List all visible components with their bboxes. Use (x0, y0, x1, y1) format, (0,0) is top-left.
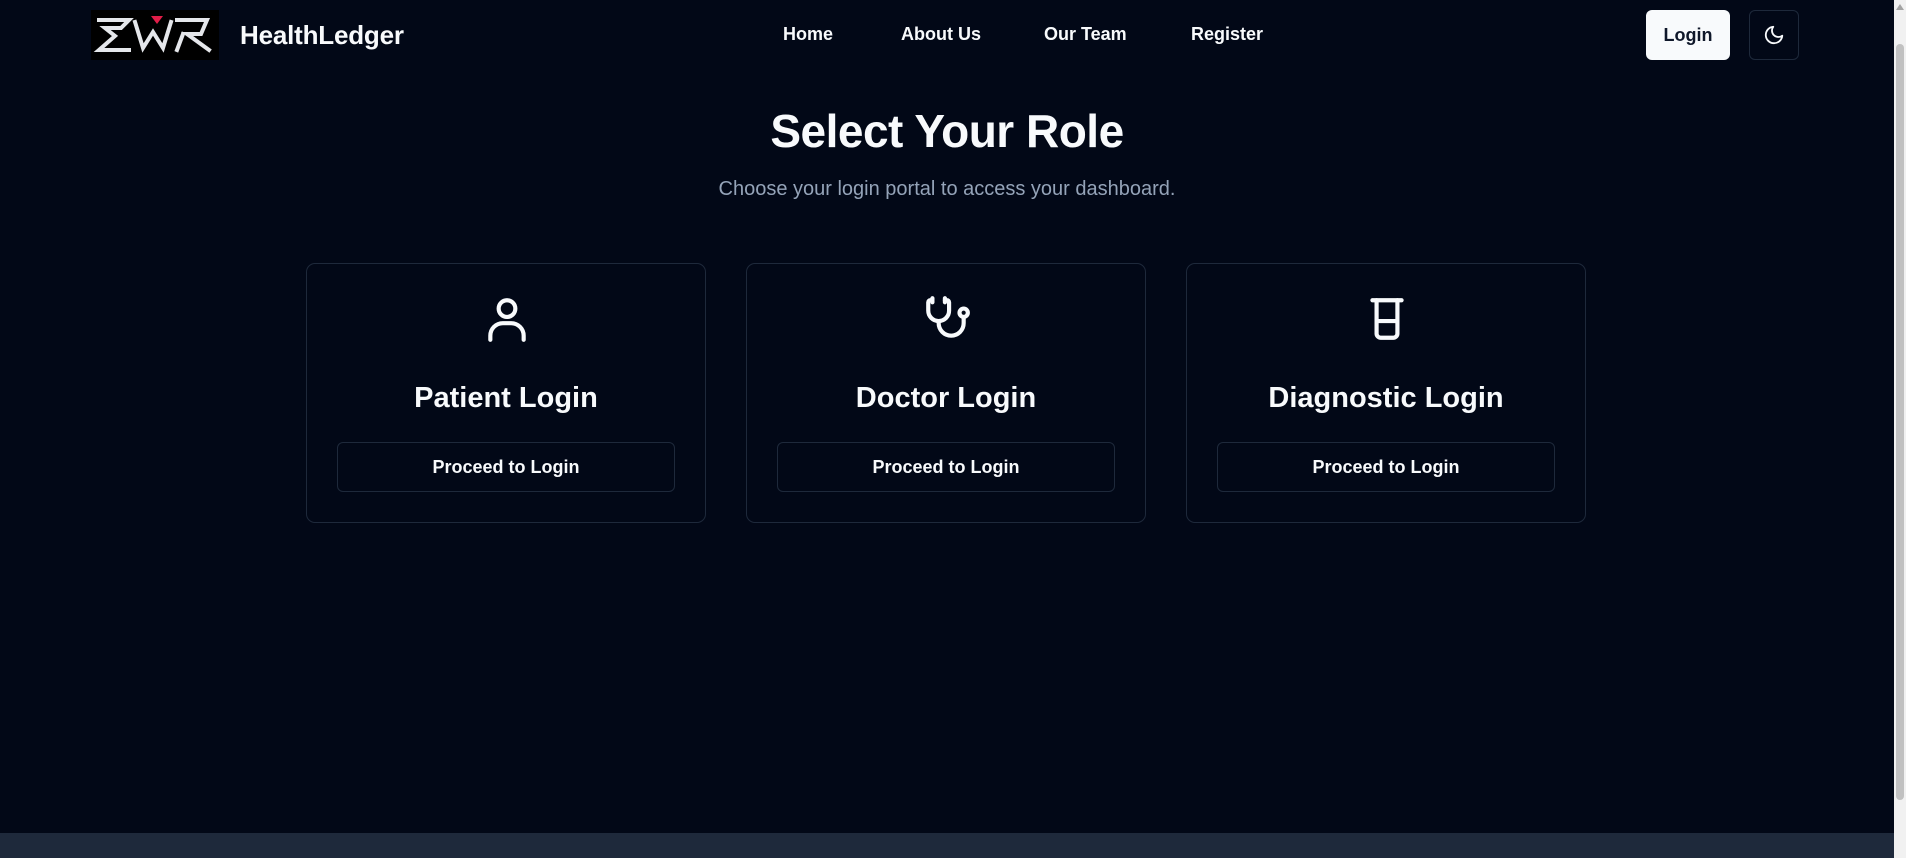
page-title: Select Your Role (770, 105, 1124, 157)
nav-about-us[interactable]: About Us (901, 24, 981, 45)
top-navbar: HealthLedger Home About Us Our Team Regi… (0, 0, 1894, 72)
card-title: Doctor Login (855, 382, 1037, 414)
proceed-to-login-button[interactable]: Proceed to Login (777, 442, 1115, 492)
page: HealthLedger Home About Us Our Team Regi… (0, 0, 1906, 858)
role-card-patient: Patient Login Proceed to Login (306, 263, 706, 523)
user-icon (482, 294, 532, 344)
page-subtitle: Choose your login portal to access your … (718, 178, 1176, 200)
theme-toggle-button[interactable] (1749, 10, 1799, 60)
stethoscope-icon (922, 294, 972, 344)
scrollbar-thumb[interactable] (1896, 44, 1904, 800)
test-tube-icon (1362, 294, 1412, 344)
nav-our-team[interactable]: Our Team (1044, 24, 1127, 45)
scroll-up-arrow-icon[interactable] (1896, 2, 1904, 12)
role-card-diagnostic: Diagnostic Login Proceed to Login (1186, 263, 1586, 523)
card-title: Patient Login (414, 382, 598, 414)
nav-register[interactable]: Register (1191, 24, 1263, 45)
vertical-scrollbar[interactable] (1894, 0, 1906, 858)
role-card-doctor: Doctor Login Proceed to Login (746, 263, 1146, 523)
nav-home[interactable]: Home (783, 24, 833, 45)
proceed-to-login-button[interactable]: Proceed to Login (1217, 442, 1555, 492)
login-button[interactable]: Login (1646, 10, 1730, 60)
main-nav: Home About Us Our Team Register (0, 24, 1894, 50)
card-title: Diagnostic Login (1268, 382, 1504, 414)
footer-strip (0, 833, 1894, 858)
moon-icon (1764, 25, 1784, 45)
proceed-to-login-button[interactable]: Proceed to Login (337, 442, 675, 492)
